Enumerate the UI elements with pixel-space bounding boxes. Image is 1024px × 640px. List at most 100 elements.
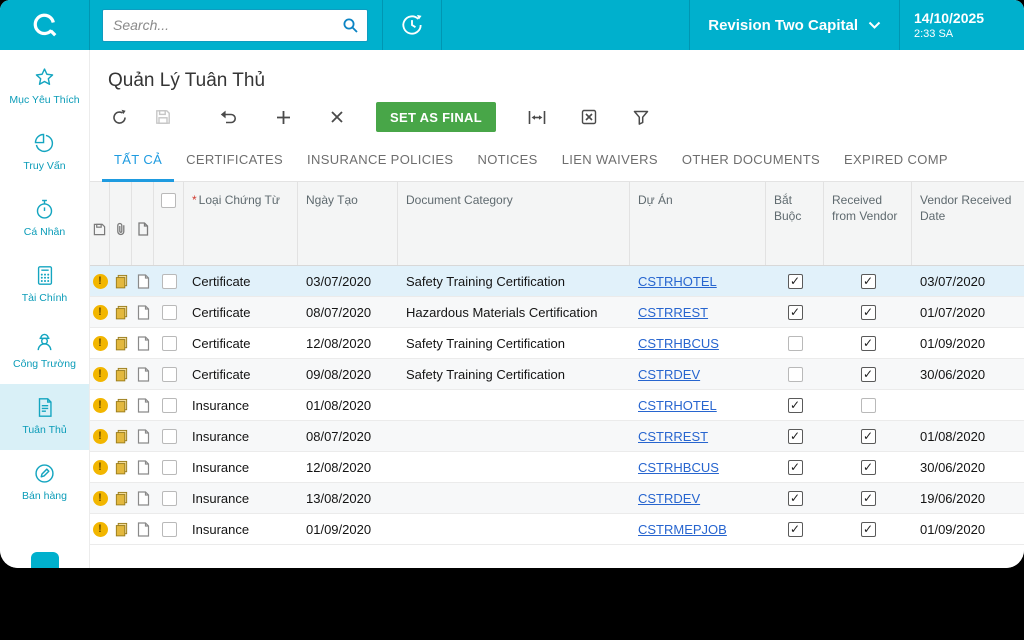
note-icon[interactable]	[137, 398, 150, 413]
search-input[interactable]	[113, 17, 342, 33]
project-link[interactable]: CSTRDEV	[638, 367, 700, 382]
tab-other-documents[interactable]: OTHER DOCUMENTS	[670, 140, 832, 182]
table-row[interactable]: Certificate 09/08/2020 Safety Training C…	[90, 359, 1024, 390]
header-doc-type[interactable]: *Loại Chứng Từ	[184, 182, 298, 265]
tab-notices[interactable]: NOTICES	[465, 140, 549, 182]
project-link[interactable]: CSTRREST	[638, 429, 708, 444]
sidebar-item-ca-nhan[interactable]: Cá Nhân	[0, 186, 89, 252]
fit-width-button[interactable]	[524, 104, 550, 130]
row-select-checkbox[interactable]	[162, 305, 177, 320]
note-icon[interactable]	[137, 522, 150, 537]
sidebar-item-ban-hang[interactable]: Bán hàng	[0, 450, 89, 516]
undo-button[interactable]	[216, 104, 242, 130]
tab-all[interactable]: TẤT CẢ	[102, 140, 174, 182]
files-icon[interactable]	[114, 367, 129, 382]
required-checkbox[interactable]	[788, 305, 803, 320]
row-select-checkbox[interactable]	[162, 460, 177, 475]
required-checkbox[interactable]	[788, 274, 803, 289]
required-checkbox[interactable]	[788, 429, 803, 444]
tab-expired-compliance[interactable]: EXPIRED COMP	[832, 140, 960, 182]
received-checkbox[interactable]	[861, 398, 876, 413]
header-documents-column[interactable]	[132, 182, 154, 265]
header-created-date[interactable]: Ngày Tạo	[298, 182, 398, 265]
received-checkbox[interactable]	[861, 274, 876, 289]
table-row[interactable]: Insurance 08/07/2020 CSTRREST 01/08/2020	[90, 421, 1024, 452]
tab-lien-waivers[interactable]: LIEN WAIVERS	[550, 140, 670, 182]
note-icon[interactable]	[137, 336, 150, 351]
export-excel-button[interactable]	[576, 104, 602, 130]
files-icon[interactable]	[114, 491, 129, 506]
save-button[interactable]	[150, 104, 176, 130]
app-logo-button[interactable]	[0, 0, 90, 50]
tab-insurance-policies[interactable]: INSURANCE POLICIES	[295, 140, 465, 182]
business-date-button[interactable]	[383, 0, 441, 50]
received-checkbox[interactable]	[861, 491, 876, 506]
header-required[interactable]: Bắt Buộc	[766, 182, 824, 265]
note-icon[interactable]	[137, 460, 150, 475]
note-icon[interactable]	[137, 429, 150, 444]
refresh-button[interactable]	[106, 104, 132, 130]
required-checkbox[interactable]	[788, 398, 803, 413]
project-link[interactable]: CSTRHBCUS	[638, 460, 719, 475]
add-row-button[interactable]	[270, 104, 296, 130]
note-icon[interactable]	[137, 274, 150, 289]
tab-certificates[interactable]: CERTIFICATES	[174, 140, 295, 182]
required-checkbox[interactable]	[788, 491, 803, 506]
row-select-checkbox[interactable]	[162, 491, 177, 506]
required-checkbox[interactable]	[788, 460, 803, 475]
row-select-checkbox[interactable]	[162, 398, 177, 413]
delete-row-button[interactable]	[324, 104, 350, 130]
table-row[interactable]: Certificate 12/08/2020 Safety Training C…	[90, 328, 1024, 359]
note-icon[interactable]	[137, 305, 150, 320]
header-vendor-date[interactable]: Vendor Received Date	[912, 182, 1024, 265]
header-project[interactable]: Dự Án	[630, 182, 766, 265]
tenant-selector[interactable]: Revision Two Capital	[690, 0, 899, 50]
table-row[interactable]: Insurance 01/09/2020 CSTRMEPJOB 01/09/20…	[90, 514, 1024, 545]
filter-button[interactable]	[628, 104, 654, 130]
files-icon[interactable]	[114, 305, 129, 320]
sidebar-item-tuan-thu[interactable]: Tuân Thủ	[0, 384, 89, 450]
received-checkbox[interactable]	[861, 305, 876, 320]
header-attachments-column[interactable]	[110, 182, 132, 265]
files-icon[interactable]	[114, 398, 129, 413]
header-notes-column[interactable]	[90, 182, 110, 265]
sidebar-item-tai-chinh[interactable]: Tài Chính	[0, 252, 89, 318]
project-link[interactable]: CSTRDEV	[638, 491, 700, 506]
sidebar-item-partial-icon[interactable]	[31, 552, 59, 568]
table-row[interactable]: Insurance 01/08/2020 CSTRHOTEL	[90, 390, 1024, 421]
files-icon[interactable]	[114, 336, 129, 351]
received-checkbox[interactable]	[861, 429, 876, 444]
search-icon[interactable]	[342, 17, 359, 34]
sidebar-item-muc-yeu-thich[interactable]: Mục Yêu Thích	[0, 54, 89, 120]
sidebar-item-cong-truong[interactable]: Công Trường	[0, 318, 89, 384]
note-icon[interactable]	[137, 367, 150, 382]
received-checkbox[interactable]	[861, 522, 876, 537]
row-select-checkbox[interactable]	[162, 367, 177, 382]
header-select-all[interactable]	[154, 182, 184, 265]
row-select-checkbox[interactable]	[162, 336, 177, 351]
files-icon[interactable]	[114, 522, 129, 537]
sidebar-item-truy-van[interactable]: Truy Vấn	[0, 120, 89, 186]
required-checkbox[interactable]	[788, 336, 803, 351]
required-checkbox[interactable]	[788, 367, 803, 382]
table-row[interactable]: Insurance 13/08/2020 CSTRDEV 19/06/2020	[90, 483, 1024, 514]
table-row[interactable]: Insurance 12/08/2020 CSTRHBCUS 30/06/202…	[90, 452, 1024, 483]
project-link[interactable]: CSTRMEPJOB	[638, 522, 727, 537]
note-icon[interactable]	[137, 491, 150, 506]
received-checkbox[interactable]	[861, 336, 876, 351]
datetime-widget[interactable]: 14/10/2025 2:33 SA	[900, 10, 1024, 40]
required-checkbox[interactable]	[788, 522, 803, 537]
header-category[interactable]: Document Category	[398, 182, 630, 265]
files-icon[interactable]	[114, 274, 129, 289]
header-received[interactable]: Received from Vendor	[824, 182, 912, 265]
project-link[interactable]: CSTRHOTEL	[638, 398, 717, 413]
project-link[interactable]: CSTRHOTEL	[638, 274, 717, 289]
project-link[interactable]: CSTRREST	[638, 305, 708, 320]
files-icon[interactable]	[114, 460, 129, 475]
table-row[interactable]: Certificate 03/07/2020 Safety Training C…	[90, 266, 1024, 297]
row-select-checkbox[interactable]	[162, 522, 177, 537]
row-select-checkbox[interactable]	[162, 274, 177, 289]
received-checkbox[interactable]	[861, 460, 876, 475]
row-select-checkbox[interactable]	[162, 429, 177, 444]
table-row[interactable]: Certificate 08/07/2020 Hazardous Materia…	[90, 297, 1024, 328]
